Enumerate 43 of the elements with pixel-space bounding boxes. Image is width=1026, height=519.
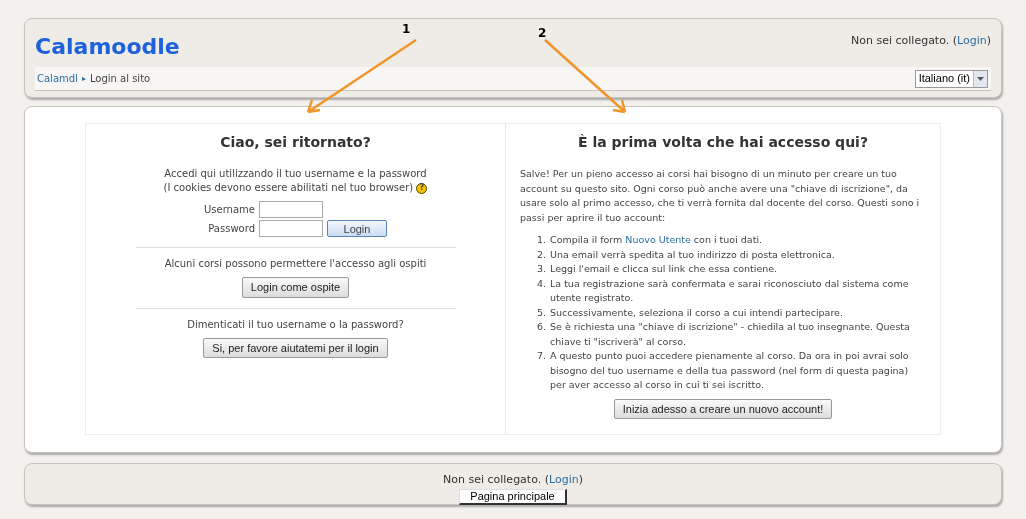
annotation-number: 2: [538, 25, 547, 42]
field-label: Username: [204, 203, 255, 217]
annotation-number: 1: [402, 21, 411, 38]
step-number: 2.: [535, 247, 547, 262]
login-status: Non sei collegato. (Login): [851, 33, 991, 49]
step-number: 4.: [535, 276, 547, 291]
breadcrumb-item: Login al sito: [89, 72, 151, 86]
step-text: A questo punto puoi accedere pienamente al corso. Da ora in poi avrai solo bisogno del tuo username e della tua password (nel form di questa pagina) per aver accesso al corso in cui ti sei iscritto.: [550, 349, 910, 392]
new-user-link[interactable]: Nuovo Utente: [625, 234, 691, 245]
footer-login-status: Non sei collegato. (Login): [443, 472, 583, 488]
site-title[interactable]: Calamoodle: [35, 33, 180, 61]
input-field[interactable]: [259, 220, 323, 237]
login-heading: Ciao, sei ritornato?: [220, 133, 371, 152]
login-button[interactable]: Login: [327, 220, 387, 237]
guest-login-button[interactable]: Login come ospite: [241, 277, 350, 298]
create-account-button[interactable]: Inizia adesso a creare un nuovo account!: [613, 398, 833, 419]
signup-heading: È la prima volta che hai accesso qui?: [576, 133, 870, 152]
step-number: 5.: [535, 305, 547, 320]
login-instructions: Accedi qui utilizzando il tuo username e la password (I cookies devono essere abilitati nel tuo browser) ?: [163, 167, 428, 195]
step-number: 6.: [535, 320, 547, 334]
step-text: Compila il form Nuovo Utente con i tuoi dati.: [550, 233, 763, 247]
step-text: Successivamente, seleziona il corso a cui intendi partecipare.: [550, 305, 843, 320]
guest-text: Alcuni corsi possono permettere l'accesso agli ospiti: [164, 257, 427, 271]
help-icon[interactable]: ?: [416, 182, 428, 194]
step-number: 3.: [535, 262, 547, 276]
language-select[interactable]: Italiano (it): [914, 69, 988, 88]
password-help-button[interactable]: Si, per favore aiutatemi per il login: [203, 337, 388, 358]
dropdown-icon: [973, 70, 987, 87]
signup-intro: Salve! Per un pieno accesso ai corsi hai bisogno di un minuto per creare un tuo account su questo sito. Ogni corso può anche avere una "chiave di iscrizione", da usare solo al primo accesso, che ti verrà fornita dal docente del corso. Questi sono i passi per aprire il tuo account:: [520, 167, 921, 225]
login-link[interactable]: Login: [957, 34, 987, 47]
input-field[interactable]: [259, 201, 323, 218]
home-page-button[interactable]: Pagina principale: [459, 488, 567, 505]
breadcrumb-item[interactable]: Calamdl: [37, 71, 78, 86]
forgot-text: Dimenticati il tuo username o la password?: [187, 317, 404, 332]
step-text: Leggi l'email e clicca sul link che essa contiene.: [550, 262, 778, 276]
breadcrumb-separator: ▸: [81, 72, 86, 85]
step-text: Se è richiesta una "chiave di iscrizione" - chiedila al tuo insegnante. Questa chiave ti "iscriverà" al corso.: [550, 320, 911, 349]
step-number: 7.: [535, 349, 547, 363]
step-number: 1.: [535, 233, 547, 247]
step-text: La tua registrazione sarà confermata e sarai riconosciuto dal sistema come utente registrato.: [550, 276, 910, 305]
login-link[interactable]: Login: [549, 473, 579, 486]
field-label: Password: [207, 222, 255, 236]
step-text: Una email verrà spedita al tuo indirizzo di posta elettronica.: [550, 247, 835, 262]
